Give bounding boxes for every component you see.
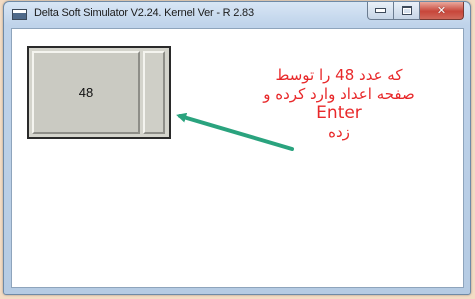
annotation-text: که عدد 48 را توسط صفحه اعداد وارد کرده و… <box>226 66 452 142</box>
annotation-arrow <box>176 112 294 151</box>
annotation-line-1: که عدد 48 را توسط <box>275 66 403 84</box>
annotation-line-3: Enter <box>316 103 362 123</box>
annotation-line-2: صفحه اعداد وارد کرده و <box>263 85 415 103</box>
annotation-line-4: زده <box>328 123 350 141</box>
